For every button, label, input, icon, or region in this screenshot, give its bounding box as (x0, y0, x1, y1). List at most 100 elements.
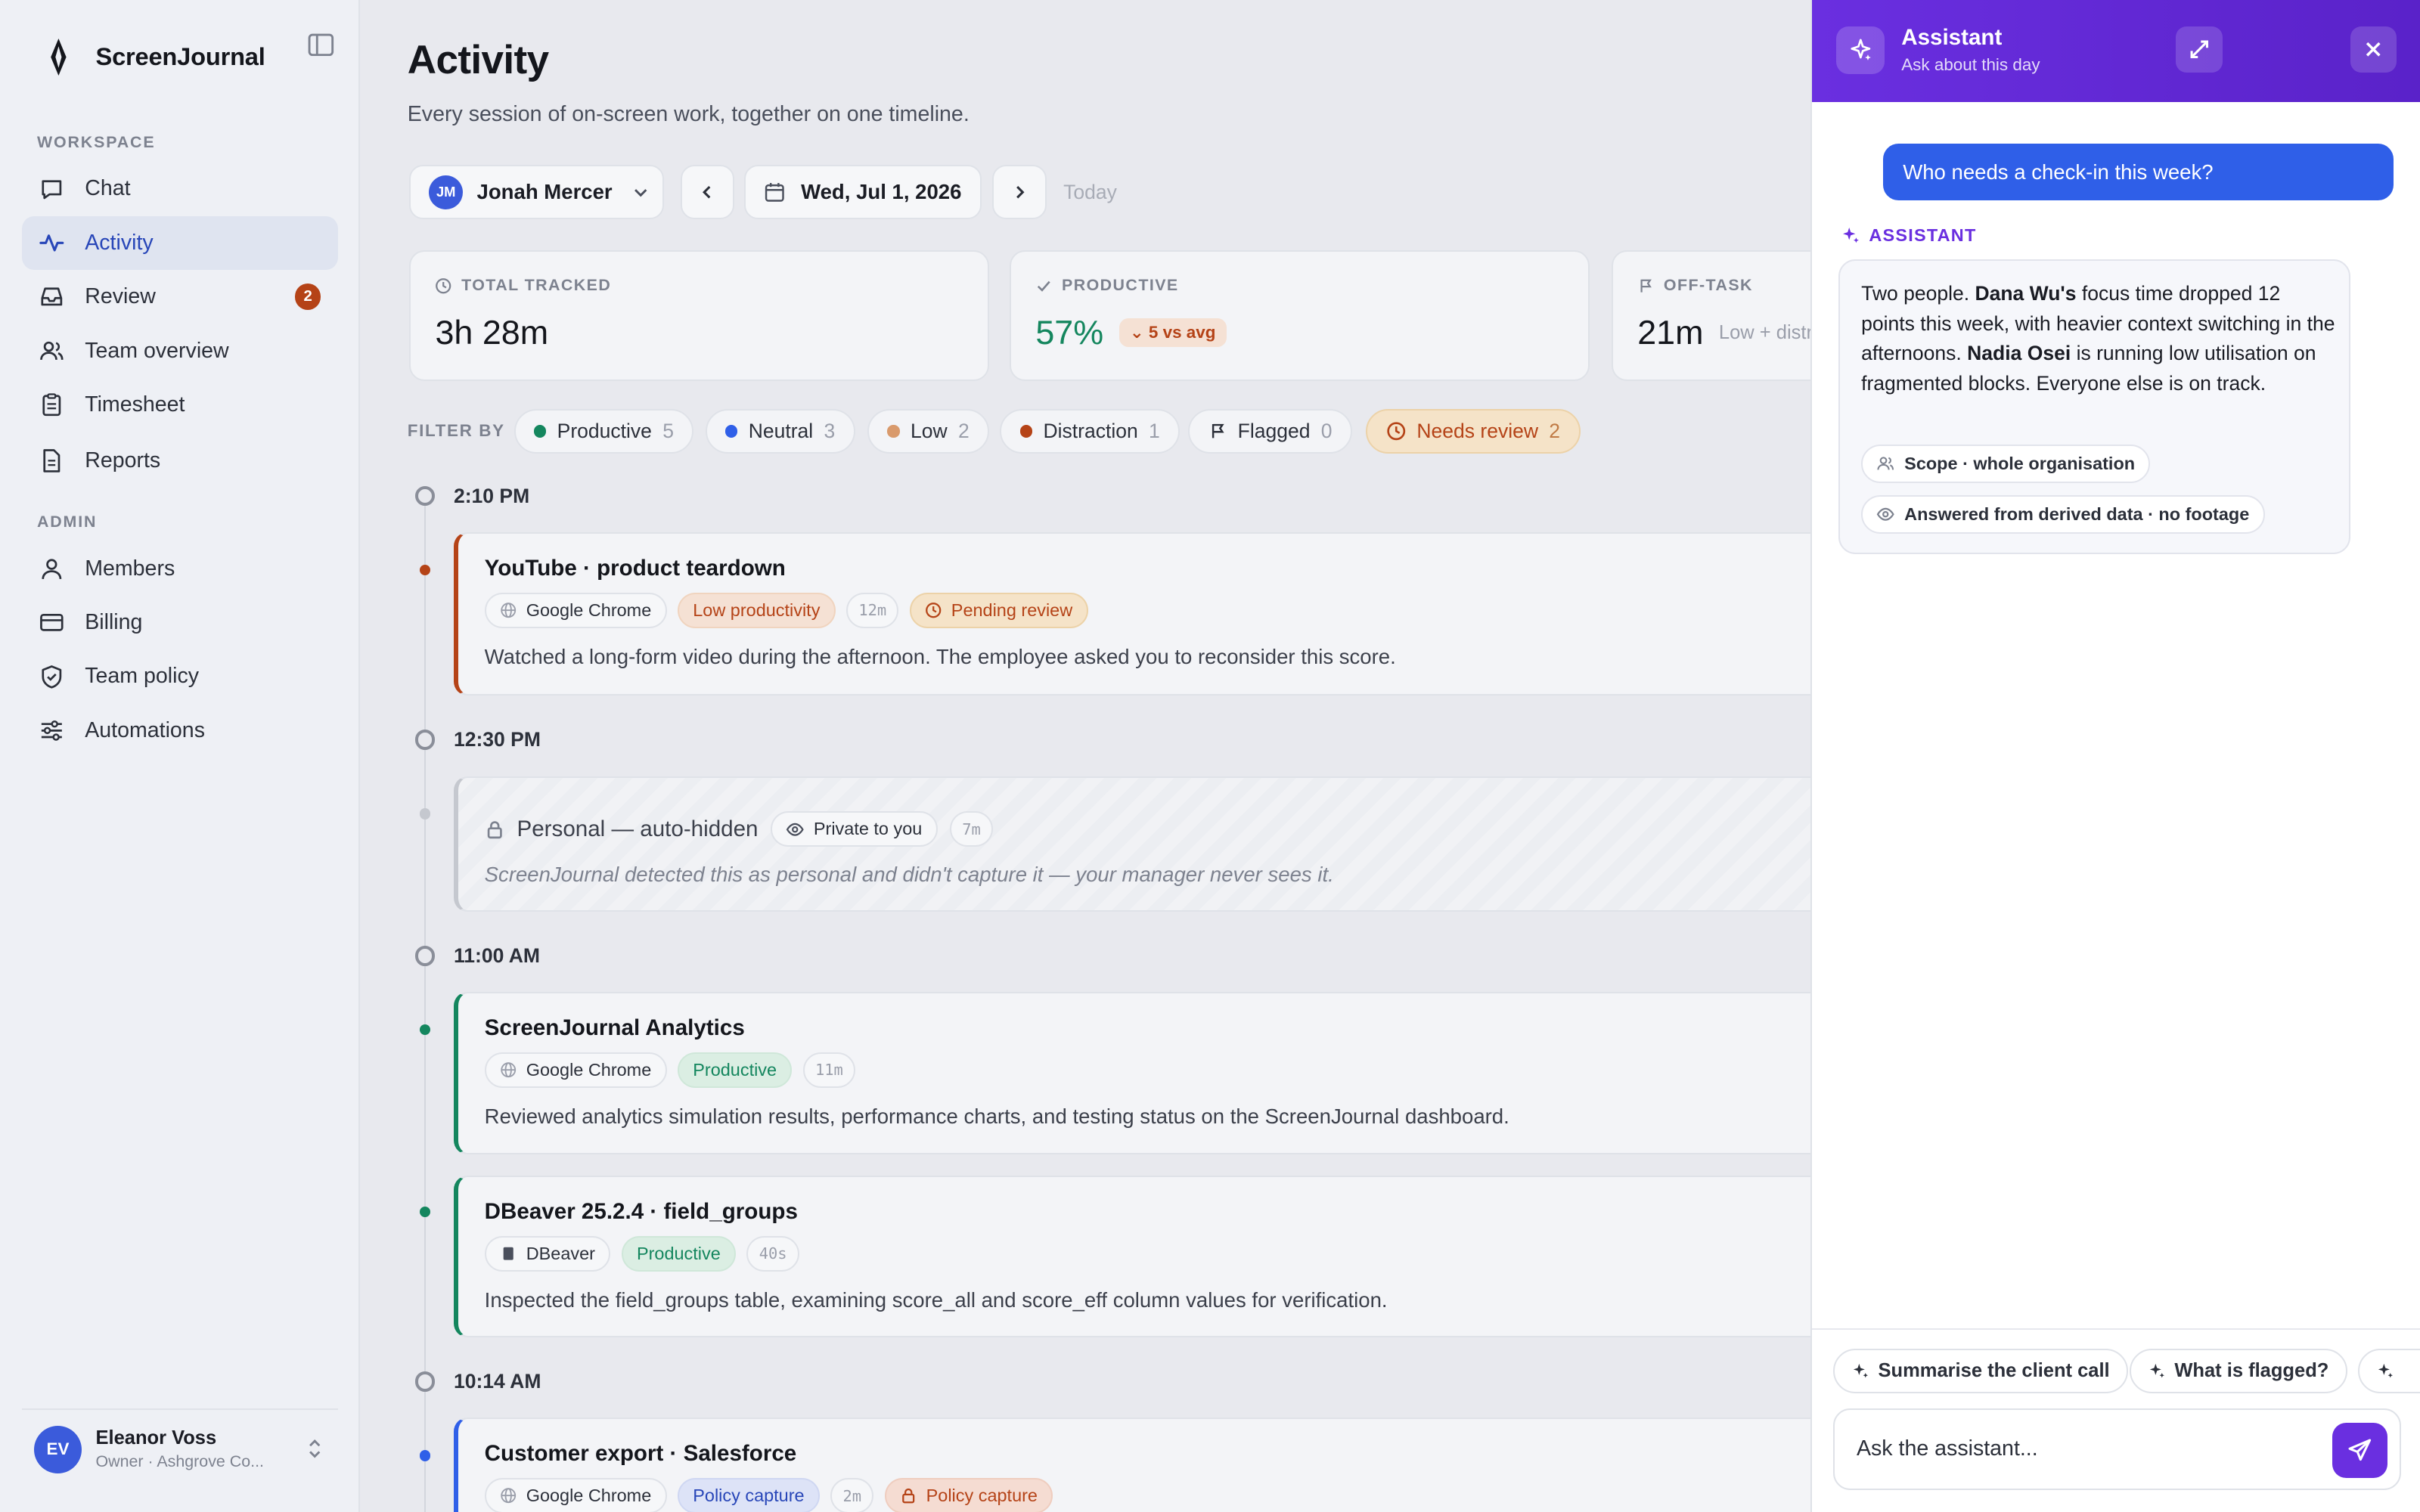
event-dot (420, 1206, 431, 1218)
time-label: 2:10 PM (453, 484, 530, 507)
scope-chip: Scope · whole organisation (1861, 444, 2151, 483)
close-icon (2366, 42, 2381, 57)
filter-distraction[interactable]: Distraction 1 (1000, 408, 1181, 454)
event-card-salesforce[interactable]: Customer export · Salesforce Google Chro… (453, 1418, 1810, 1512)
category-tag: Productive (621, 1235, 737, 1272)
assistant-header: Assistant Ask about this day (1811, 0, 2420, 102)
assistant-composer (1833, 1408, 2402, 1491)
timeline-rail (424, 501, 427, 1512)
stat-total-tracked: TOTAL TRACKED 3h 28m (408, 249, 990, 382)
filter-low[interactable]: Low 2 (867, 408, 990, 454)
time-label: 11:00 AM (453, 943, 540, 967)
calendar-icon (765, 182, 784, 202)
filter-productive[interactable]: Productive 5 (513, 408, 694, 454)
database-icon (503, 1247, 513, 1260)
sparkle-icon (2378, 1363, 2393, 1378)
previous-day-button[interactable] (680, 165, 735, 219)
time-marker (414, 730, 436, 750)
event-description: Inspected the field_groups table, examin… (484, 1288, 1388, 1312)
expand-button[interactable] (2176, 26, 2223, 73)
stat-value: 21m (1637, 313, 1704, 352)
privacy-tag: Private to you (770, 811, 938, 847)
sidebar-item-billing[interactable]: Billing (22, 596, 338, 649)
brand[interactable]: ScreenJournal (43, 37, 265, 77)
person-avatar: JM (429, 175, 464, 209)
sidebar-item-label: Members (85, 556, 175, 581)
event-card-analytics[interactable]: ScreenJournal Analytics Google Chrome Pr… (453, 992, 1810, 1154)
suggestion-more[interactable] (2358, 1348, 2420, 1393)
sidebar-item-chat[interactable]: Chat (22, 162, 338, 215)
sidebar-item-reports[interactable]: Reports (22, 433, 338, 487)
event-card-dbeaver[interactable]: DBeaver 25.2.4 · field_groups DBeaver Pr… (453, 1176, 1810, 1338)
users-icon (1877, 457, 1894, 470)
sidebar-item-activity[interactable]: Activity (21, 215, 338, 271)
date-picker[interactable]: Wed, Jul 1, 2026 (743, 165, 982, 219)
stat-value: 57% (1035, 313, 1104, 352)
app-tag: Google Chrome (484, 1052, 667, 1088)
card-icon (40, 614, 64, 631)
duration-tag: 12m (846, 592, 899, 628)
time-marker (414, 946, 436, 966)
today-button[interactable]: Today (1063, 181, 1117, 204)
duration-tag: 40s (746, 1235, 799, 1272)
sidebar-collapse-icon[interactable] (307, 31, 335, 59)
event-dot (420, 1024, 431, 1036)
suggestion-what-is-flagged[interactable]: What is flagged? (2130, 1348, 2347, 1393)
stat-extra: Low + distr (1718, 321, 1810, 343)
person-name: Jonah Mercer (476, 180, 613, 204)
filter-label: FILTER BY (407, 421, 505, 441)
chevron-updown-icon (309, 1439, 321, 1458)
sidebar-item-label: Team overview (85, 338, 229, 363)
filter-flagged[interactable]: Flagged 0 (1188, 408, 1352, 454)
logo-icon (51, 39, 67, 76)
sidebar-item-label: Timesheet (85, 392, 185, 417)
filter-neutral[interactable]: Neutral 3 (705, 408, 855, 454)
sidebar-item-team-policy[interactable]: Team policy (22, 649, 338, 703)
filter-needs-review[interactable]: Needs review 2 (1366, 408, 1581, 454)
event-card-personal: Personal — auto-hidden Private to you 7m… (453, 776, 1810, 912)
account-switcher[interactable]: EV Eleanor Voss Owner · Ashgrove Co... (21, 1408, 338, 1489)
dot-icon (1019, 425, 1033, 438)
flag-icon (1212, 423, 1224, 438)
user-role: Owner · Ashgrove Co... (95, 1452, 264, 1471)
suggestion-summarise-call[interactable]: Summarise the client call (1833, 1348, 2129, 1393)
chevron-left-icon (703, 185, 711, 199)
stat-label: TOTAL TRACKED (461, 276, 612, 295)
globe-icon (501, 603, 517, 618)
event-card-youtube[interactable]: YouTube · product teardown Google Chrome… (453, 532, 1810, 696)
main-content: Activity Every session of on-screen work… (359, 0, 1810, 1512)
activity-icon (39, 234, 64, 252)
sparkle-icon (2149, 1363, 2164, 1378)
assistant-label: ASSISTANT (1869, 225, 1977, 245)
assistant-panel: Assistant Ask about this day Who needs a… (1810, 0, 2420, 1512)
flag-icon (1640, 279, 1652, 293)
sidebar-item-label: Automations (85, 717, 205, 742)
brand-name: ScreenJournal (95, 42, 265, 71)
category-tag: Productive (677, 1052, 793, 1088)
app-tag: DBeaver (484, 1235, 611, 1272)
clipboard-icon (42, 393, 61, 417)
next-day-button[interactable] (992, 165, 1047, 219)
duration-tag: 2m (830, 1478, 874, 1512)
sliders-icon (41, 720, 62, 741)
status-badge: Pending review (909, 592, 1088, 628)
event-description: Reviewed analytics simulation results, p… (484, 1105, 1509, 1129)
sidebar-item-automations[interactable]: Automations (22, 704, 338, 758)
close-button[interactable] (2350, 26, 2397, 73)
event-dot (420, 808, 431, 820)
event-title: Customer export · Salesforce (484, 1441, 797, 1467)
sidebar-item-timesheet[interactable]: Timesheet (22, 378, 338, 432)
person-selector[interactable]: JM Jonah Mercer (408, 165, 664, 219)
eye-icon (786, 823, 804, 836)
sidebar-item-team-overview[interactable]: Team overview (22, 324, 338, 378)
sidebar-item-review[interactable]: Review 2 (22, 270, 338, 324)
event-title: DBeaver 25.2.4 · field_groups (484, 1198, 798, 1224)
sidebar-item-members[interactable]: Members (22, 541, 338, 595)
assistant-input[interactable] (1856, 1436, 2304, 1461)
stat-value: 3h 28m (435, 313, 549, 352)
admin-section-label: ADMIN (36, 512, 98, 531)
category-tag: Low productivity (677, 592, 836, 628)
sidebar-item-label: Review (85, 284, 156, 309)
send-button[interactable] (2332, 1422, 2387, 1479)
time-label: 12:30 PM (453, 728, 541, 751)
